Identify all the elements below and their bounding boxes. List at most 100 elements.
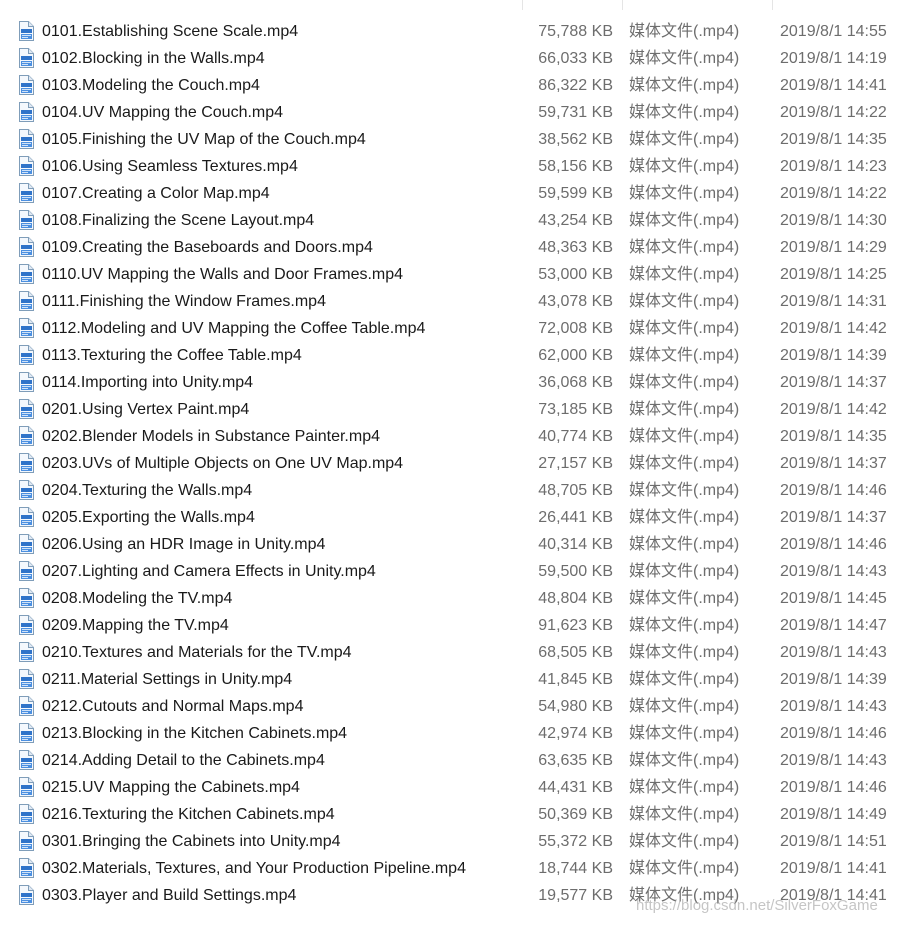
column-separator[interactable]: [622, 0, 623, 10]
mp4-file-icon: [18, 48, 34, 68]
file-name[interactable]: 0209.Mapping the TV.mp4: [42, 612, 229, 639]
file-name[interactable]: 0202.Blender Models in Substance Painter…: [42, 423, 380, 450]
file-date-modified: 2019/8/1 14:39: [780, 671, 887, 688]
file-row[interactable]: 0201.Using Vertex Paint.mp4 73,185 KB 媒体…: [0, 396, 900, 423]
file-row[interactable]: 0111.Finishing the Window Frames.mp4 43,…: [0, 288, 900, 315]
file-row[interactable]: 0214.Adding Detail to the Cabinets.mp4 6…: [0, 747, 900, 774]
file-row[interactable]: 0213.Blocking in the Kitchen Cabinets.mp…: [0, 720, 900, 747]
file-row[interactable]: 0302.Materials, Textures, and Your Produ…: [0, 855, 900, 882]
file-name[interactable]: 0303.Player and Build Settings.mp4: [42, 882, 296, 909]
file-name[interactable]: 0113.Texturing the Coffee Table.mp4: [42, 342, 302, 369]
file-name[interactable]: 0110.UV Mapping the Walls and Door Frame…: [42, 261, 403, 288]
file-size: 42,974 KB: [538, 725, 613, 742]
file-name[interactable]: 0112.Modeling and UV Mapping the Coffee …: [42, 315, 425, 342]
mp4-file-icon: [18, 264, 34, 284]
file-date-modified: 2019/8/1 14:37: [780, 374, 887, 391]
file-size: 43,078 KB: [538, 293, 613, 310]
file-row[interactable]: 0106.Using Seamless Textures.mp4 58,156 …: [0, 153, 900, 180]
mp4-file-icon: [18, 588, 34, 608]
file-name[interactable]: 0210.Textures and Materials for the TV.m…: [42, 639, 352, 666]
file-row[interactable]: 0109.Creating the Baseboards and Doors.m…: [0, 234, 900, 261]
file-type: 媒体文件(.mp4): [629, 725, 740, 742]
file-date-modified: 2019/8/1 14:46: [780, 482, 887, 499]
file-name[interactable]: 0107.Creating a Color Map.mp4: [42, 180, 270, 207]
file-row[interactable]: 0301.Bringing the Cabinets into Unity.mp…: [0, 828, 900, 855]
file-row[interactable]: 0110.UV Mapping the Walls and Door Frame…: [0, 261, 900, 288]
file-row[interactable]: 0101.Establishing Scene Scale.mp4 75,788…: [0, 18, 900, 45]
file-name[interactable]: 0203.UVs of Multiple Objects on One UV M…: [42, 450, 403, 477]
file-date-modified: 2019/8/1 14:25: [780, 266, 887, 283]
file-type: 媒体文件(.mp4): [629, 131, 740, 148]
file-row[interactable]: 0107.Creating a Color Map.mp4 59,599 KB …: [0, 180, 900, 207]
file-name[interactable]: 0108.Finalizing the Scene Layout.mp4: [42, 207, 314, 234]
file-type: 媒体文件(.mp4): [629, 509, 740, 526]
file-name[interactable]: 0204.Texturing the Walls.mp4: [42, 477, 252, 504]
mp4-file-icon: [18, 102, 34, 122]
file-row[interactable]: 0102.Blocking in the Walls.mp4 66,033 KB…: [0, 45, 900, 72]
file-name[interactable]: 0101.Establishing Scene Scale.mp4: [42, 18, 298, 45]
file-size: 59,599 KB: [538, 185, 613, 202]
file-row[interactable]: 0210.Textures and Materials for the TV.m…: [0, 639, 900, 666]
file-row[interactable]: 0211.Material Settings in Unity.mp4 41,8…: [0, 666, 900, 693]
file-size: 72,008 KB: [538, 320, 613, 337]
file-type: 媒体文件(.mp4): [629, 293, 740, 310]
file-row[interactable]: 0303.Player and Build Settings.mp4 19,57…: [0, 882, 900, 909]
file-type: 媒体文件(.mp4): [629, 50, 740, 67]
file-name[interactable]: 0214.Adding Detail to the Cabinets.mp4: [42, 747, 325, 774]
file-row[interactable]: 0208.Modeling the TV.mp4 48,804 KB 媒体文件(…: [0, 585, 900, 612]
mp4-file-icon: [18, 237, 34, 257]
file-row[interactable]: 0205.Exporting the Walls.mp4 26,441 KB 媒…: [0, 504, 900, 531]
file-date-modified: 2019/8/1 14:43: [780, 752, 887, 769]
file-row[interactable]: 0212.Cutouts and Normal Maps.mp4 54,980 …: [0, 693, 900, 720]
file-type: 媒体文件(.mp4): [629, 266, 740, 283]
mp4-file-icon: [18, 156, 34, 176]
file-row[interactable]: 0203.UVs of Multiple Objects on One UV M…: [0, 450, 900, 477]
file-row[interactable]: 0105.Finishing the UV Map of the Couch.m…: [0, 126, 900, 153]
file-type: 媒体文件(.mp4): [629, 347, 740, 364]
file-name[interactable]: 0216.Texturing the Kitchen Cabinets.mp4: [42, 801, 335, 828]
file-name[interactable]: 0206.Using an HDR Image in Unity.mp4: [42, 531, 325, 558]
file-row[interactable]: 0112.Modeling and UV Mapping the Coffee …: [0, 315, 900, 342]
file-row[interactable]: 0209.Mapping the TV.mp4 91,623 KB 媒体文件(.…: [0, 612, 900, 639]
file-name[interactable]: 0211.Material Settings in Unity.mp4: [42, 666, 292, 693]
file-row[interactable]: 0202.Blender Models in Substance Painter…: [0, 423, 900, 450]
file-row[interactable]: 0206.Using an HDR Image in Unity.mp4 40,…: [0, 531, 900, 558]
file-name[interactable]: 0212.Cutouts and Normal Maps.mp4: [42, 693, 303, 720]
file-row[interactable]: 0204.Texturing the Walls.mp4 48,705 KB 媒…: [0, 477, 900, 504]
column-separator[interactable]: [772, 0, 773, 10]
file-size: 48,363 KB: [538, 239, 613, 256]
file-type: 媒体文件(.mp4): [629, 104, 740, 121]
file-name[interactable]: 0104.UV Mapping the Couch.mp4: [42, 99, 283, 126]
file-name[interactable]: 0208.Modeling the TV.mp4: [42, 585, 232, 612]
file-row[interactable]: 0104.UV Mapping the Couch.mp4 59,731 KB …: [0, 99, 900, 126]
file-type: 媒体文件(.mp4): [629, 860, 740, 877]
file-row[interactable]: 0113.Texturing the Coffee Table.mp4 62,0…: [0, 342, 900, 369]
file-name[interactable]: 0111.Finishing the Window Frames.mp4: [42, 288, 326, 315]
file-name[interactable]: 0106.Using Seamless Textures.mp4: [42, 153, 298, 180]
file-name[interactable]: 0205.Exporting the Walls.mp4: [42, 504, 255, 531]
file-size: 27,157 KB: [538, 455, 613, 472]
file-name[interactable]: 0102.Blocking in the Walls.mp4: [42, 45, 265, 72]
file-row[interactable]: 0207.Lighting and Camera Effects in Unit…: [0, 558, 900, 585]
mp4-file-icon: [18, 723, 34, 743]
file-name[interactable]: 0213.Blocking in the Kitchen Cabinets.mp…: [42, 720, 347, 747]
file-name[interactable]: 0105.Finishing the UV Map of the Couch.m…: [42, 126, 366, 153]
file-name[interactable]: 0207.Lighting and Camera Effects in Unit…: [42, 558, 376, 585]
column-separator[interactable]: [522, 0, 523, 10]
file-name[interactable]: 0215.UV Mapping the Cabinets.mp4: [42, 774, 300, 801]
file-name[interactable]: 0114.Importing into Unity.mp4: [42, 369, 253, 396]
file-row[interactable]: 0108.Finalizing the Scene Layout.mp4 43,…: [0, 207, 900, 234]
mp4-file-icon: [18, 831, 34, 851]
file-name[interactable]: 0201.Using Vertex Paint.mp4: [42, 396, 249, 423]
file-name[interactable]: 0301.Bringing the Cabinets into Unity.mp…: [42, 828, 341, 855]
file-row[interactable]: 0216.Texturing the Kitchen Cabinets.mp4 …: [0, 801, 900, 828]
file-row[interactable]: 0103.Modeling the Couch.mp4 86,322 KB 媒体…: [0, 72, 900, 99]
file-row[interactable]: 0114.Importing into Unity.mp4 36,068 KB …: [0, 369, 900, 396]
file-date-modified: 2019/8/1 14:55: [780, 23, 887, 40]
file-type: 媒体文件(.mp4): [629, 644, 740, 661]
file-row[interactable]: 0215.UV Mapping the Cabinets.mp4 44,431 …: [0, 774, 900, 801]
file-name[interactable]: 0302.Materials, Textures, and Your Produ…: [42, 855, 466, 882]
file-rows: 0101.Establishing Scene Scale.mp4 75,788…: [0, 18, 900, 909]
file-name[interactable]: 0109.Creating the Baseboards and Doors.m…: [42, 234, 373, 261]
file-name[interactable]: 0103.Modeling the Couch.mp4: [42, 72, 260, 99]
